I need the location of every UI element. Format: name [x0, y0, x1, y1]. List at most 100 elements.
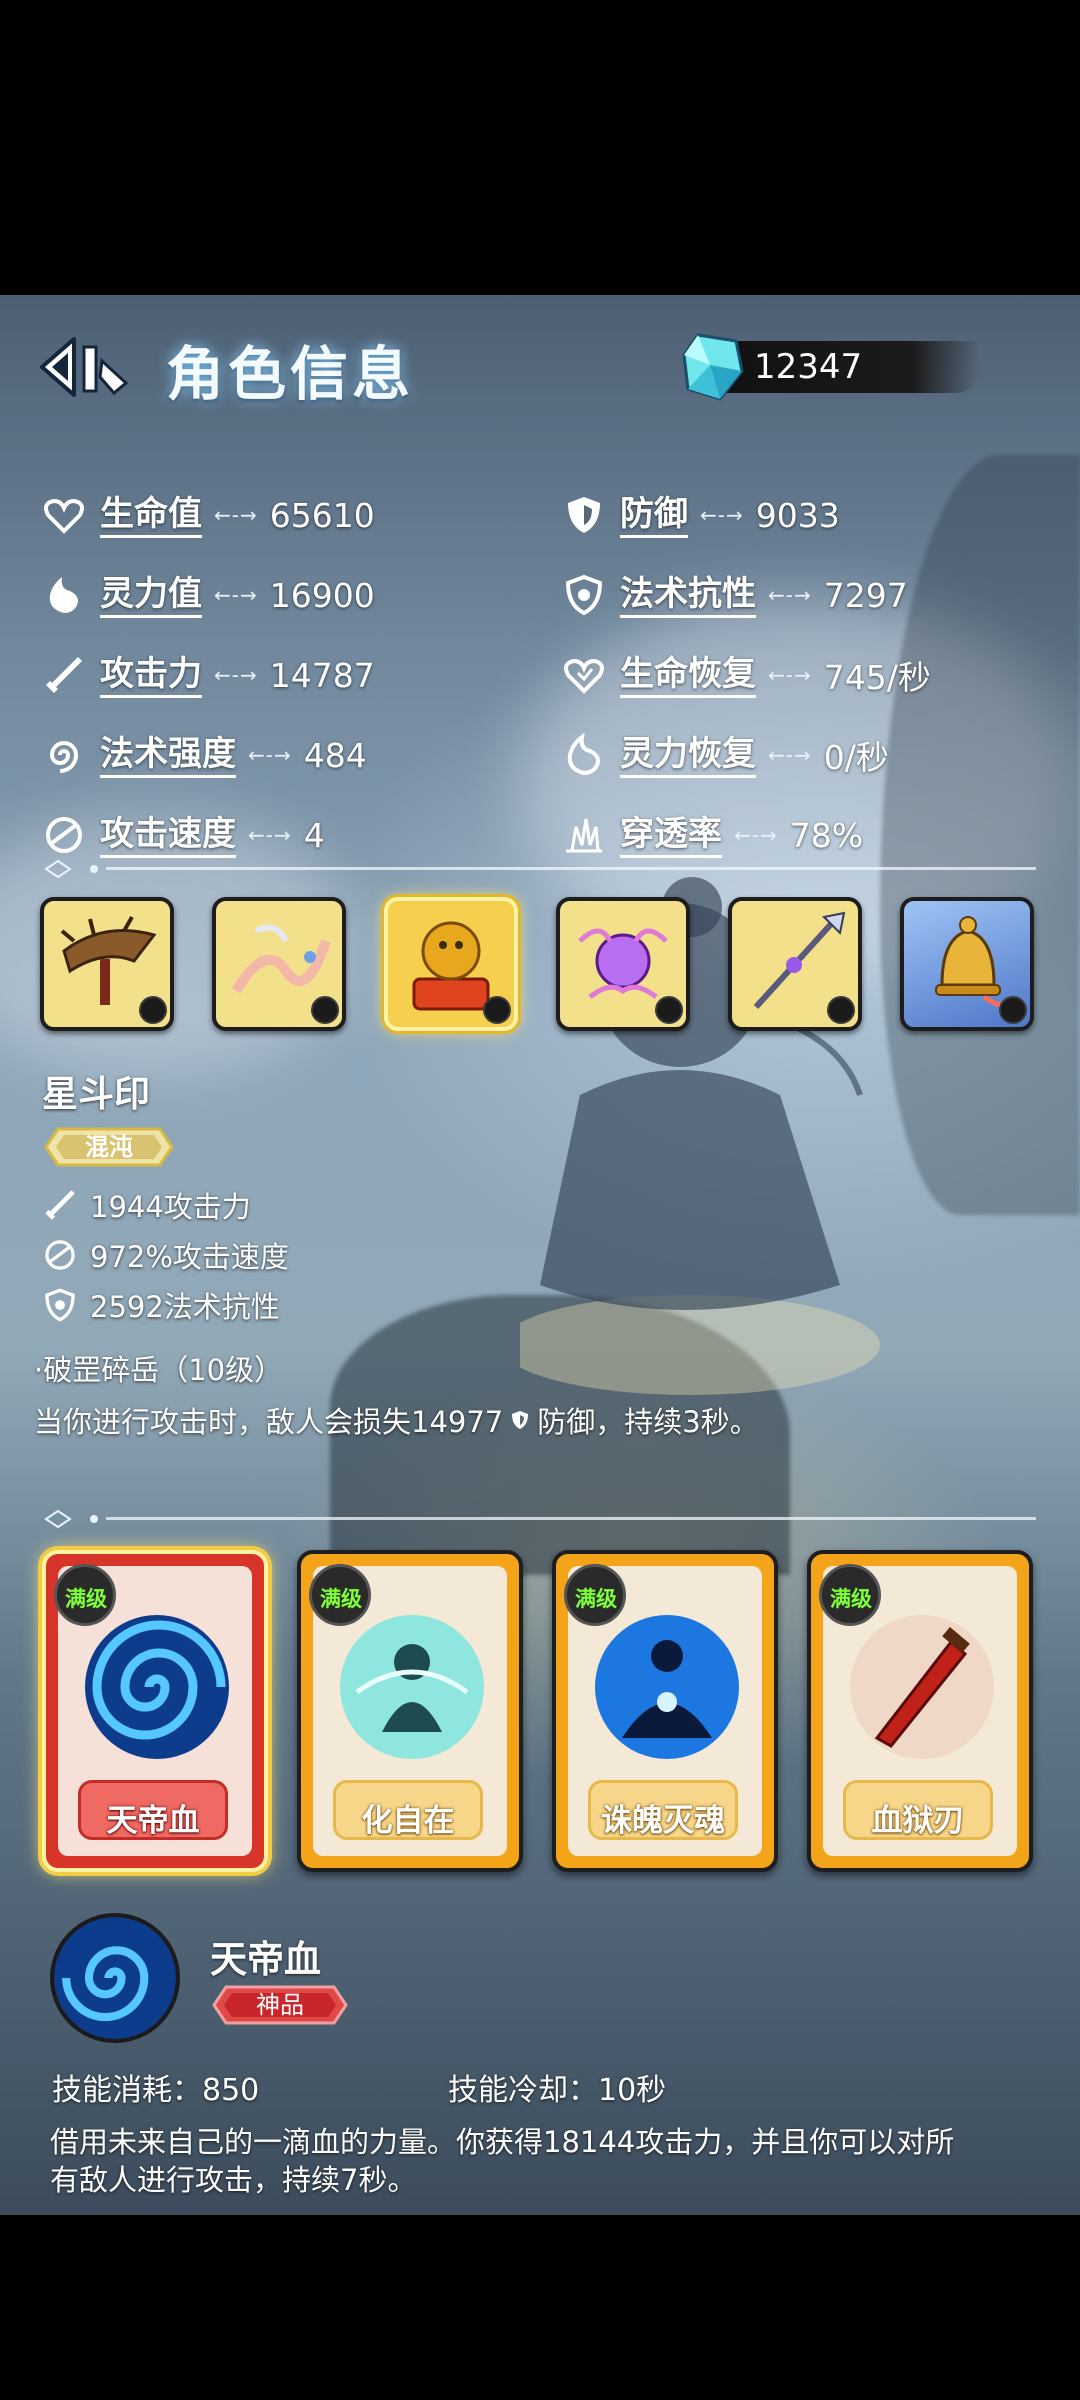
spiral-icon	[49, 741, 79, 773]
stat-label: 防御	[620, 493, 688, 538]
equipment-stat-text: 2592法术抗性	[90, 1290, 280, 1324]
stat-label: 穿透率	[620, 813, 722, 858]
magic-shield-icon	[45, 1288, 75, 1322]
shield-icon	[568, 497, 600, 533]
level-text: 满级	[830, 1587, 872, 1611]
shield-icon	[512, 1411, 529, 1429]
stat-connector: ←-→	[248, 743, 292, 767]
stat-attack: 攻击力 ←-→ 14787	[42, 648, 375, 702]
equipment-name: 星斗印	[42, 1074, 151, 1115]
blue-vortex-icon	[54, 1917, 176, 2039]
level-badge: 满级	[819, 1564, 881, 1626]
stat-label: 攻击力	[100, 653, 202, 698]
stat-value: 65610	[269, 495, 375, 535]
stat-connector: ←-→	[248, 823, 292, 847]
stat-label: 灵力值	[100, 573, 202, 618]
heart-regen-icon	[564, 658, 604, 694]
stat-value: 16900	[269, 575, 375, 615]
selected-skill-name: 天帝血	[210, 1938, 321, 1981]
stat-label: 法术抗性	[620, 573, 756, 618]
skill-name: 血狱刃	[871, 1803, 965, 1839]
skill-name-plate: 化自在	[333, 1780, 483, 1840]
stat-mana: 灵力值 ←-→ 16900	[42, 568, 375, 622]
skill-description: 借用未来自己的一滴血的力量。你获得18144攻击力，并且你可以对所有敌人进行攻击…	[50, 2125, 955, 2197]
stat-value: 7297	[823, 575, 908, 615]
skill-cost: 技能消耗：850	[52, 2073, 260, 2108]
skill-name-plate: 血狱刃	[843, 1780, 993, 1840]
character-info-screen: 角色信息 12347 生命值 ←-→ 65610 灵力值 ←-→ 16900 攻…	[0, 295, 1080, 2215]
magic-shield-icon	[565, 574, 603, 616]
equipment-stat-text: 1944攻击力	[90, 1190, 251, 1224]
skill-name: 化自在	[361, 1803, 455, 1839]
skill-desc-text: 当你进行攻击时，敌人会损失14977	[34, 1405, 504, 1439]
blue-mage-icon	[595, 1615, 739, 1759]
level-badge: 满级	[54, 1564, 116, 1626]
background-cliff	[880, 455, 1080, 1215]
element-badge	[655, 996, 683, 1024]
stat-connector: ←-→	[700, 503, 744, 527]
stat-connector: ←-→	[214, 663, 258, 687]
equipment-stat: 972%攻击速度	[42, 1233, 289, 1277]
swift-icon	[46, 817, 82, 853]
stat-label: 法术强度	[100, 733, 236, 778]
level-text: 满级	[320, 1587, 362, 1611]
stat-value: 745/秒	[823, 658, 931, 697]
stat-label: 攻击速度	[100, 813, 236, 858]
stat-connector: ←-→	[768, 743, 812, 767]
currency-display: 12347	[680, 331, 980, 401]
stat-connector: ←-→	[214, 503, 258, 527]
stat-connector: ←-→	[768, 663, 812, 687]
page-title: 角色信息	[166, 340, 415, 408]
skill-card-4[interactable]: 血狱刃 满级	[807, 1550, 1033, 1872]
element-badge	[483, 996, 511, 1024]
stat-value: 484	[303, 735, 367, 775]
skill-card-2[interactable]: 化自在 满级	[297, 1550, 523, 1872]
heart-icon	[44, 498, 84, 534]
sword-icon	[46, 657, 82, 693]
element-badge	[139, 996, 167, 1024]
equipment-skill-description: 当你进行攻击时，敌人会损失14977 防御，持续3秒。	[34, 1399, 759, 1441]
element-badge	[311, 996, 339, 1024]
skill-cooldown: 技能冷却：10秒	[448, 2073, 667, 2108]
currency-amount: 12347	[754, 347, 863, 387]
stat-hp-regen: 生命恢复 ←-→ 745/秒	[562, 648, 931, 702]
skill-card-3[interactable]: 诛魄灭魂 满级	[552, 1550, 778, 1872]
level-text: 满级	[575, 1587, 617, 1611]
crystal-gem-icon	[682, 333, 744, 401]
skill-card-1[interactable]: 天帝血 满级	[42, 1550, 268, 1872]
equipment-slot-6[interactable]	[900, 897, 1034, 1031]
equipment-slot-3[interactable]	[384, 897, 518, 1031]
rarity-tag: 混沌	[44, 1127, 174, 1167]
equipment-slot-2[interactable]	[212, 897, 346, 1031]
level-badge: 满级	[309, 1564, 371, 1626]
equipment-stat-text: 972%攻击速度	[90, 1240, 289, 1274]
sword-icon	[45, 1190, 75, 1220]
stat-magic-resist: 法术抗性 ←-→ 7297	[562, 568, 908, 622]
skill-name-plate: 天帝血	[78, 1780, 228, 1840]
stat-label: 生命恢复	[620, 653, 756, 698]
skill-detail-panel: 天帝血 神品 技能消耗：850 技能冷却：10秒 借用未来自己的一滴血的力量。你…	[0, 1905, 1080, 2197]
stat-value: 78%	[789, 815, 864, 855]
stat-attack-speed: 攻击速度 ←-→ 4	[42, 808, 325, 862]
equipment-slot-1[interactable]	[40, 897, 174, 1031]
skill-name: 天帝血	[106, 1803, 200, 1839]
equipment-slot-5[interactable]	[728, 897, 862, 1031]
stat-connector: ←-→	[768, 583, 812, 607]
back-button[interactable]	[36, 331, 136, 403]
top-bar: 角色信息 12347	[0, 295, 1080, 435]
stat-value: 14787	[269, 655, 375, 695]
element-badge	[827, 996, 855, 1024]
stat-hp: 生命值 ←-→ 65610	[42, 488, 375, 542]
flame-icon	[49, 577, 78, 613]
cyan-spirit-icon	[340, 1615, 484, 1759]
rarity-label: 混沌	[85, 1133, 133, 1161]
blue-vortex-icon	[85, 1615, 229, 1759]
pierce-icon	[566, 818, 602, 853]
equipment-slot-4[interactable]	[556, 897, 690, 1031]
skill-grade-tag: 神品	[212, 1985, 348, 2025]
skill-name: 诛魄灭魂	[601, 1803, 725, 1839]
stat-spell-power: 法术强度 ←-→ 484	[42, 728, 367, 782]
skill-name-plate: 诛魄灭魂	[588, 1780, 738, 1840]
stat-mana-regen: 灵力恢复 ←-→ 0/秒	[562, 728, 889, 782]
selected-skill-icon	[50, 1913, 180, 2043]
